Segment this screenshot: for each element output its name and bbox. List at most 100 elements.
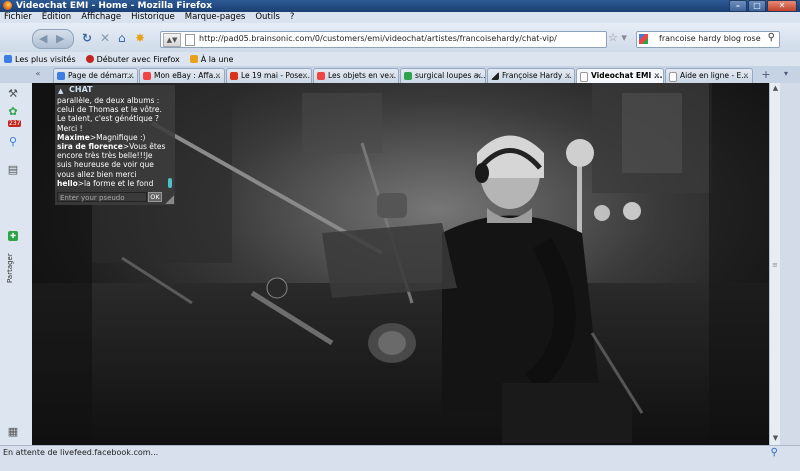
addon-icon[interactable]: ✿: [6, 105, 20, 119]
wrench-icon[interactable]: ⚒: [6, 87, 20, 101]
home-icon[interactable]: ⌂: [118, 31, 126, 45]
scroll-down-icon[interactable]: ▼: [771, 434, 780, 443]
bookmark-label: À la une: [200, 54, 234, 64]
tab-favicon: [57, 72, 65, 80]
bookmark-star-icon[interactable]: ☆ ▾: [608, 31, 627, 44]
tab[interactable]: surgical loupes a... ×: [400, 68, 486, 83]
share-icon[interactable]: ✚: [8, 231, 18, 241]
tab-close-icon[interactable]: ×: [215, 69, 221, 83]
chat-message: sira de florence>Vous êtes: [57, 142, 166, 152]
menu-marque-pages[interactable]: Marque-pages: [185, 12, 246, 23]
tab[interactable]: Françoise Hardy ... ×: [487, 68, 575, 83]
bookmark-debuter[interactable]: Débuter avec Firefox: [85, 54, 180, 64]
window-controls: – □ ✕: [729, 0, 797, 12]
bookmarks-toolbar: Les plus visités Débuter avec Firefox À …: [0, 52, 800, 66]
chat-scrollbar-thumb[interactable]: [168, 178, 172, 188]
minimize-button[interactable]: –: [729, 0, 747, 12]
tab-label: Le 19 mai - Pose...: [241, 71, 310, 80]
panel-toggle-icon[interactable]: ▦: [6, 425, 20, 439]
window-titlebar: Videochat EMI - Home - Mozilla Firefox –…: [0, 0, 800, 12]
tab-close-icon[interactable]: ×: [389, 69, 395, 83]
menu-affichage[interactable]: Affichage: [81, 12, 121, 23]
chat-message: Le talent, c'est génétique ?: [57, 114, 160, 124]
bookmark-label: Débuter avec Firefox: [96, 54, 180, 64]
menu-bar: Fichier Édition Affichage Historique Mar…: [0, 12, 800, 23]
scroll-up-icon[interactable]: ▲: [771, 84, 780, 93]
forward-arrow-icon[interactable]: ▶: [56, 32, 64, 45]
tab-label: Françoise Hardy ...: [502, 71, 572, 80]
tab-label: Aide en ligne - E...: [680, 71, 749, 80]
close-button[interactable]: ✕: [767, 0, 797, 12]
chat-panel: ▲ CHAT parallèle, de deux albums : celui…: [55, 85, 175, 205]
tab-label: Videochat EMI ...: [591, 71, 663, 80]
tab[interactable]: Mon eBay : Affa... ×: [139, 68, 225, 83]
chat-message: suis heureuse de voir que: [57, 160, 154, 170]
bookmark-icon: [4, 55, 12, 63]
search-box[interactable]: francoise hardy blog rose ⚲: [636, 31, 780, 48]
back-forward-buttons: ◀ ▶: [32, 29, 74, 49]
tab-close-icon[interactable]: ×: [128, 69, 134, 83]
menu-aide[interactable]: ?: [290, 12, 295, 23]
tab-favicon: [317, 72, 325, 80]
url-text[interactable]: http://pad05.brainsonic.com/0/customers/…: [199, 34, 557, 43]
chat-messages: parallèle, de deux albums : celui de Tho…: [57, 96, 169, 190]
menu-edition[interactable]: Édition: [42, 12, 71, 23]
bookmark-les-plus-visites[interactable]: Les plus visités: [4, 55, 76, 64]
search-input[interactable]: francoise hardy blog rose: [659, 34, 761, 43]
tab[interactable]: Le 19 mai - Pose... ×: [226, 68, 312, 83]
menu-historique[interactable]: Historique: [131, 12, 175, 23]
menu-outils[interactable]: Outils: [255, 12, 280, 23]
tab-close-icon[interactable]: ×: [476, 69, 482, 83]
search-icon[interactable]: ⚲: [768, 32, 775, 43]
chat-message: celui de Thomas et le vôtre.: [57, 105, 162, 115]
ok-button[interactable]: OK: [148, 192, 162, 202]
page-icon: [185, 34, 195, 46]
bookmark-a-la-une[interactable]: À la une: [189, 54, 234, 64]
chat-message: Merci !: [57, 123, 83, 133]
tab-close-icon[interactable]: ×: [302, 69, 308, 83]
resize-grip-icon[interactable]: [165, 195, 174, 204]
zoom-icon[interactable]: ⚲: [771, 447, 778, 458]
identity-button[interactable]: ▲▼: [163, 33, 181, 47]
search-icon[interactable]: ⚲: [6, 135, 20, 149]
tab-label: Page de démarr...: [68, 71, 135, 80]
tab[interactable]: Aide en ligne - E... ×: [665, 68, 753, 83]
tab-scroll-left-icon[interactable]: «: [32, 69, 44, 80]
tab-close-icon[interactable]: ×: [565, 69, 571, 83]
navigation-toolbar: ◀ ▶ ↻ ✕ ⌂ ✸ ▲▼ http://pad05.brainsonic.c…: [0, 23, 800, 52]
addon-icon[interactable]: ✸: [135, 31, 145, 45]
chat-header[interactable]: ▲ CHAT: [55, 85, 175, 95]
tab-label: Mon eBay : Affa...: [154, 71, 221, 80]
new-tab-button[interactable]: +: [760, 69, 772, 81]
status-bar: En attente de livefeed.facebook.com... ⚲: [0, 445, 800, 471]
reload-icon[interactable]: ↻: [82, 31, 92, 45]
scroll-grip-icon[interactable]: ≡: [772, 261, 778, 269]
menu-fichier[interactable]: Fichier: [4, 12, 32, 23]
tab[interactable]: Page de démarr... ×: [53, 68, 138, 83]
pseudo-input[interactable]: Enter your pseudo: [57, 192, 147, 202]
share-label[interactable]: Partager: [6, 243, 20, 283]
back-arrow-icon[interactable]: ◀: [39, 32, 47, 45]
status-text: En attente de livefeed.facebook.com...: [3, 448, 159, 457]
url-bar[interactable]: ▲▼ http://pad05.brainsonic.com/0/custome…: [160, 31, 607, 48]
tab-label: Les objets en ve...: [328, 71, 397, 80]
tab[interactable]: Les objets en ve... ×: [313, 68, 399, 83]
left-sidebar: ⚒ ✿ 237 ⚲ ▤ Partager ✚ ▦: [0, 83, 33, 445]
chat-message: parallèle, de deux albums :: [57, 96, 160, 105]
puzzle-icon[interactable]: ▤: [6, 163, 20, 177]
stop-icon[interactable]: ✕: [100, 31, 110, 45]
tab-favicon: [669, 72, 677, 82]
tab-favicon: [230, 72, 238, 80]
google-icon: [639, 34, 648, 44]
maximize-button[interactable]: □: [748, 0, 766, 12]
collapse-arrow-icon[interactable]: ▲: [58, 86, 63, 96]
chat-message: encore très très belle!!!Je: [57, 151, 153, 161]
bookmark-label: Les plus visités: [15, 54, 76, 64]
tab-list-icon[interactable]: ▾: [780, 69, 792, 81]
bookmark-icon: [85, 55, 94, 63]
tab-close-icon[interactable]: ×: [654, 69, 660, 83]
tab-close-icon[interactable]: ×: [743, 69, 749, 83]
tab-active[interactable]: Videochat EMI ... ×: [576, 68, 664, 83]
tab-bar: « Page de démarr... × Mon eBay : Affa...…: [0, 66, 800, 84]
chat-message: Maxime>Magnifique :): [57, 132, 146, 142]
